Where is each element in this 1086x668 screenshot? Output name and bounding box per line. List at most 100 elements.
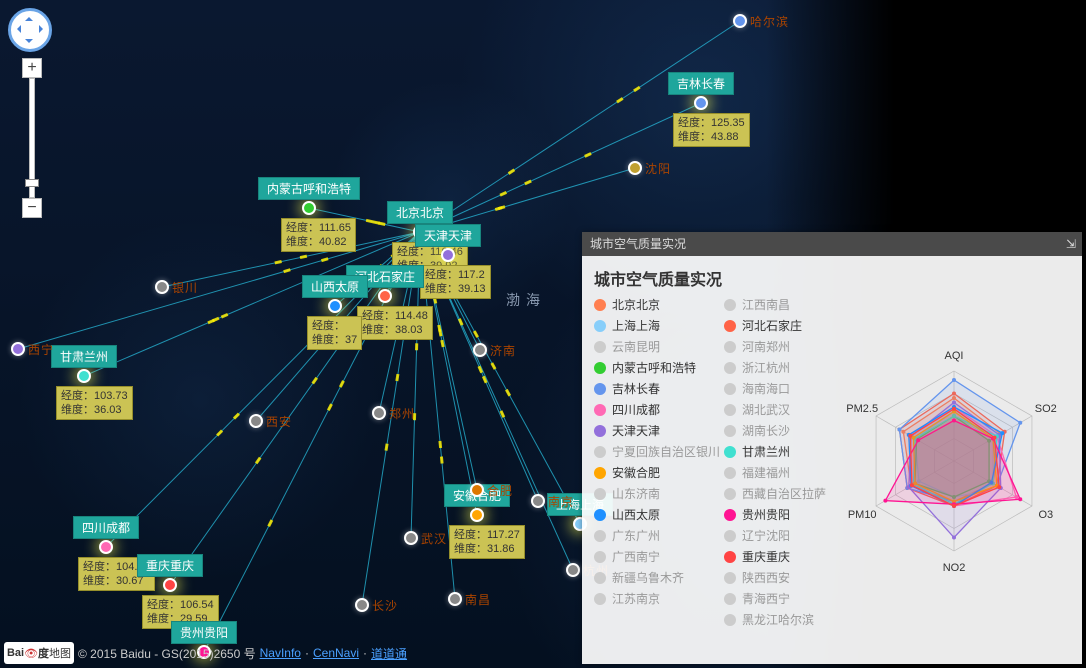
legend-item[interactable]: 浙江杭州 <box>724 359 826 376</box>
legend-item[interactable]: 山东济南 <box>594 485 724 502</box>
legend-item[interactable]: 北京北京 <box>594 296 724 313</box>
legend-label: 西藏自治区拉萨 <box>742 485 826 502</box>
legend-label: 吉林长春 <box>612 380 660 397</box>
legend-label: 江苏南京 <box>612 590 660 607</box>
city-name: 南京 <box>548 493 574 510</box>
coord-box-shijiazhuang: 经度：114.48维度：38.03 <box>357 306 433 340</box>
legend-item[interactable]: 青海西宁 <box>724 590 826 607</box>
city-marker-hefei[interactable] <box>470 508 484 522</box>
collapse-icon[interactable]: ⇲ <box>1066 232 1074 256</box>
legend-item[interactable]: 新疆乌鲁木齐 <box>594 569 724 586</box>
legend-item[interactable]: 辽宁沈阳 <box>724 527 826 544</box>
city-label-changchun[interactable]: 吉林长春 <box>668 72 734 95</box>
legend-item[interactable]: 陕西西安 <box>724 569 826 586</box>
city-marker[interactable] <box>372 406 386 420</box>
daodao-link[interactable]: 道道通 <box>371 645 407 662</box>
pan-left-icon[interactable] <box>13 25 21 33</box>
legend-label: 湖北武汉 <box>742 401 790 418</box>
legend-item[interactable]: 广西南宁 <box>594 548 724 565</box>
legend-item[interactable]: 湖北武汉 <box>724 401 826 418</box>
city-label-hohhot[interactable]: 内蒙古呼和浩特 <box>258 177 360 200</box>
map-root[interactable]: + − 渤海 北京北京经度：116.46维度：39.92天津天津经度：117.2… <box>0 0 1086 668</box>
city-marker-chengdu[interactable] <box>99 540 113 554</box>
legend-item[interactable]: 天津天津 <box>594 422 724 439</box>
legend-label: 云南昆明 <box>612 338 660 355</box>
legend-item[interactable]: 甘肃兰州 <box>724 443 826 460</box>
city-marker[interactable] <box>566 563 580 577</box>
city-marker[interactable] <box>249 414 263 428</box>
city-marker[interactable] <box>473 343 487 357</box>
legend-swatch <box>724 509 736 521</box>
copyright-text: © 2015 Baidu - GS(2015)2650 号 <box>78 645 256 662</box>
legend-item[interactable]: 江西南昌 <box>724 296 826 313</box>
city-label-chengdu[interactable]: 四川成都 <box>73 516 139 539</box>
legend-item[interactable]: 吉林长春 <box>594 380 724 397</box>
pan-right-icon[interactable] <box>39 25 47 33</box>
city-marker[interactable] <box>155 280 169 294</box>
coord-box-changchun: 经度：125.35维度：43.88 <box>673 113 750 147</box>
city-label-taiyuan[interactable]: 山西太原 <box>302 275 368 298</box>
legend-item[interactable]: 云南昆明 <box>594 338 724 355</box>
zoom-in-button[interactable]: + <box>22 58 42 78</box>
legend-swatch <box>594 341 606 353</box>
panel-header[interactable]: 城市空气质量实况 ⇲ <box>582 232 1082 256</box>
zoom-out-button[interactable]: − <box>22 198 42 218</box>
zoom-slider-thumb[interactable] <box>25 179 39 187</box>
city-marker[interactable] <box>470 483 484 497</box>
legend-item[interactable]: 安徽合肥 <box>594 464 724 481</box>
legend-item[interactable]: 河南郑州 <box>724 338 826 355</box>
city-marker-hohhot[interactable] <box>302 201 316 215</box>
city-name: 银川 <box>172 279 198 296</box>
legend-swatch <box>724 593 736 605</box>
city-label-lanzhou[interactable]: 甘肃兰州 <box>51 345 117 368</box>
legend-item[interactable]: 湖南长沙 <box>724 422 826 439</box>
legend-item[interactable]: 福建福州 <box>724 464 826 481</box>
legend-label: 山西太原 <box>612 506 660 523</box>
legend-swatch <box>724 530 736 542</box>
city-marker[interactable] <box>448 592 462 606</box>
city-label-beijing[interactable]: 北京北京 <box>387 201 453 224</box>
coord-box-hohhot: 经度：111.65维度：40.82 <box>281 218 356 252</box>
city-marker[interactable] <box>628 161 642 175</box>
city-marker[interactable] <box>733 14 747 28</box>
legend-item[interactable]: 宁夏回族自治区银川 <box>594 443 724 460</box>
city-marker-shijiazhuang[interactable] <box>378 289 392 303</box>
legend-item[interactable]: 四川成都 <box>594 401 724 418</box>
legend-item[interactable]: 上海上海 <box>594 317 724 334</box>
zoom-slider-track[interactable] <box>29 78 35 198</box>
legend-item[interactable]: 重庆重庆 <box>724 548 826 565</box>
legend-item[interactable]: 黑龙江哈尔滨 <box>724 611 826 628</box>
city-marker-lanzhou[interactable] <box>77 369 91 383</box>
legend-item[interactable]: 江苏南京 <box>594 590 724 607</box>
pan-control[interactable] <box>8 8 52 52</box>
city-label-guiyang[interactable]: 贵州贵阳 <box>171 621 237 644</box>
legend-swatch <box>594 362 606 374</box>
legend-item[interactable]: 西藏自治区拉萨 <box>724 485 826 502</box>
navinfo-link[interactable]: NavInfo <box>260 646 301 660</box>
legend-item[interactable]: 广东广州 <box>594 527 724 544</box>
city-marker[interactable] <box>11 342 25 356</box>
legend-item[interactable]: 山西太原 <box>594 506 724 523</box>
legend-item[interactable]: 内蒙古呼和浩特 <box>594 359 724 376</box>
pan-up-icon[interactable] <box>25 13 33 21</box>
city-marker[interactable] <box>531 494 545 508</box>
city-marker-changchun[interactable] <box>694 96 708 110</box>
panel-header-title: 城市空气质量实况 <box>590 232 686 256</box>
city-marker-tianjin[interactable] <box>441 248 455 262</box>
legend-swatch <box>724 341 736 353</box>
cennavi-link[interactable]: CenNavi <box>313 646 359 660</box>
legend-column: 城市空气质量实况 北京北京上海上海云南昆明内蒙古呼和浩特吉林长春四川成都天津天津… <box>582 256 842 664</box>
legend-swatch <box>594 551 606 563</box>
city-marker-chongqing[interactable] <box>163 578 177 592</box>
city-label-chongqing[interactable]: 重庆重庆 <box>137 554 203 577</box>
city-label-tianjin[interactable]: 天津天津 <box>415 224 481 247</box>
legend-item[interactable]: 河北石家庄 <box>724 317 826 334</box>
legend-item[interactable]: 海南海口 <box>724 380 826 397</box>
pan-down-icon[interactable] <box>25 39 33 47</box>
city-marker-taiyuan[interactable] <box>328 299 342 313</box>
legend-label: 重庆重庆 <box>742 548 790 565</box>
legend-swatch <box>724 488 736 500</box>
city-marker[interactable] <box>404 531 418 545</box>
legend-item[interactable]: 贵州贵阳 <box>724 506 826 523</box>
city-marker[interactable] <box>355 598 369 612</box>
